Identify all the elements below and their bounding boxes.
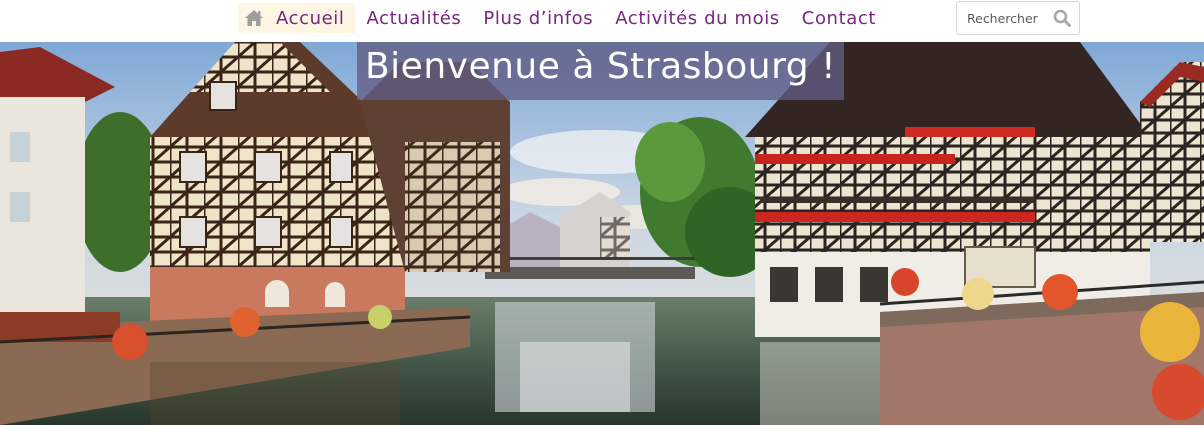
nav-item-contact[interactable]: Contact bbox=[791, 3, 887, 33]
search-input[interactable] bbox=[957, 2, 1053, 34]
nav-item-activites-du-mois[interactable]: Activités du mois bbox=[604, 3, 791, 33]
page: Accueil Actualités Plus d’infos Activité… bbox=[0, 0, 1204, 428]
home-icon bbox=[244, 9, 264, 27]
nav-item-label: Activités du mois bbox=[615, 7, 780, 29]
hero-title-overlay: Bienvenue à Strasbourg ! bbox=[357, 42, 844, 100]
top-navbar: Accueil Actualités Plus d’infos Activité… bbox=[0, 0, 1204, 42]
nav-item-plus-infos[interactable]: Plus d’infos bbox=[472, 3, 604, 33]
hero-banner: Bienvenue à Strasbourg ! bbox=[0, 42, 1204, 425]
nav-item-actualites[interactable]: Actualités bbox=[355, 3, 472, 33]
search-box bbox=[956, 1, 1080, 35]
nav-item-label: Plus d’infos bbox=[483, 7, 594, 29]
nav-item-label: Actualités bbox=[366, 7, 462, 29]
search-icon[interactable] bbox=[1053, 9, 1071, 27]
nav-item-label: Contact bbox=[801, 7, 877, 29]
hero-title: Bienvenue à Strasbourg ! bbox=[364, 46, 837, 87]
main-menu: Accueil Actualités Plus d’infos Activité… bbox=[238, 0, 887, 36]
nav-item-accueil[interactable]: Accueil bbox=[238, 3, 356, 33]
nav-item-label: Accueil bbox=[276, 7, 345, 29]
